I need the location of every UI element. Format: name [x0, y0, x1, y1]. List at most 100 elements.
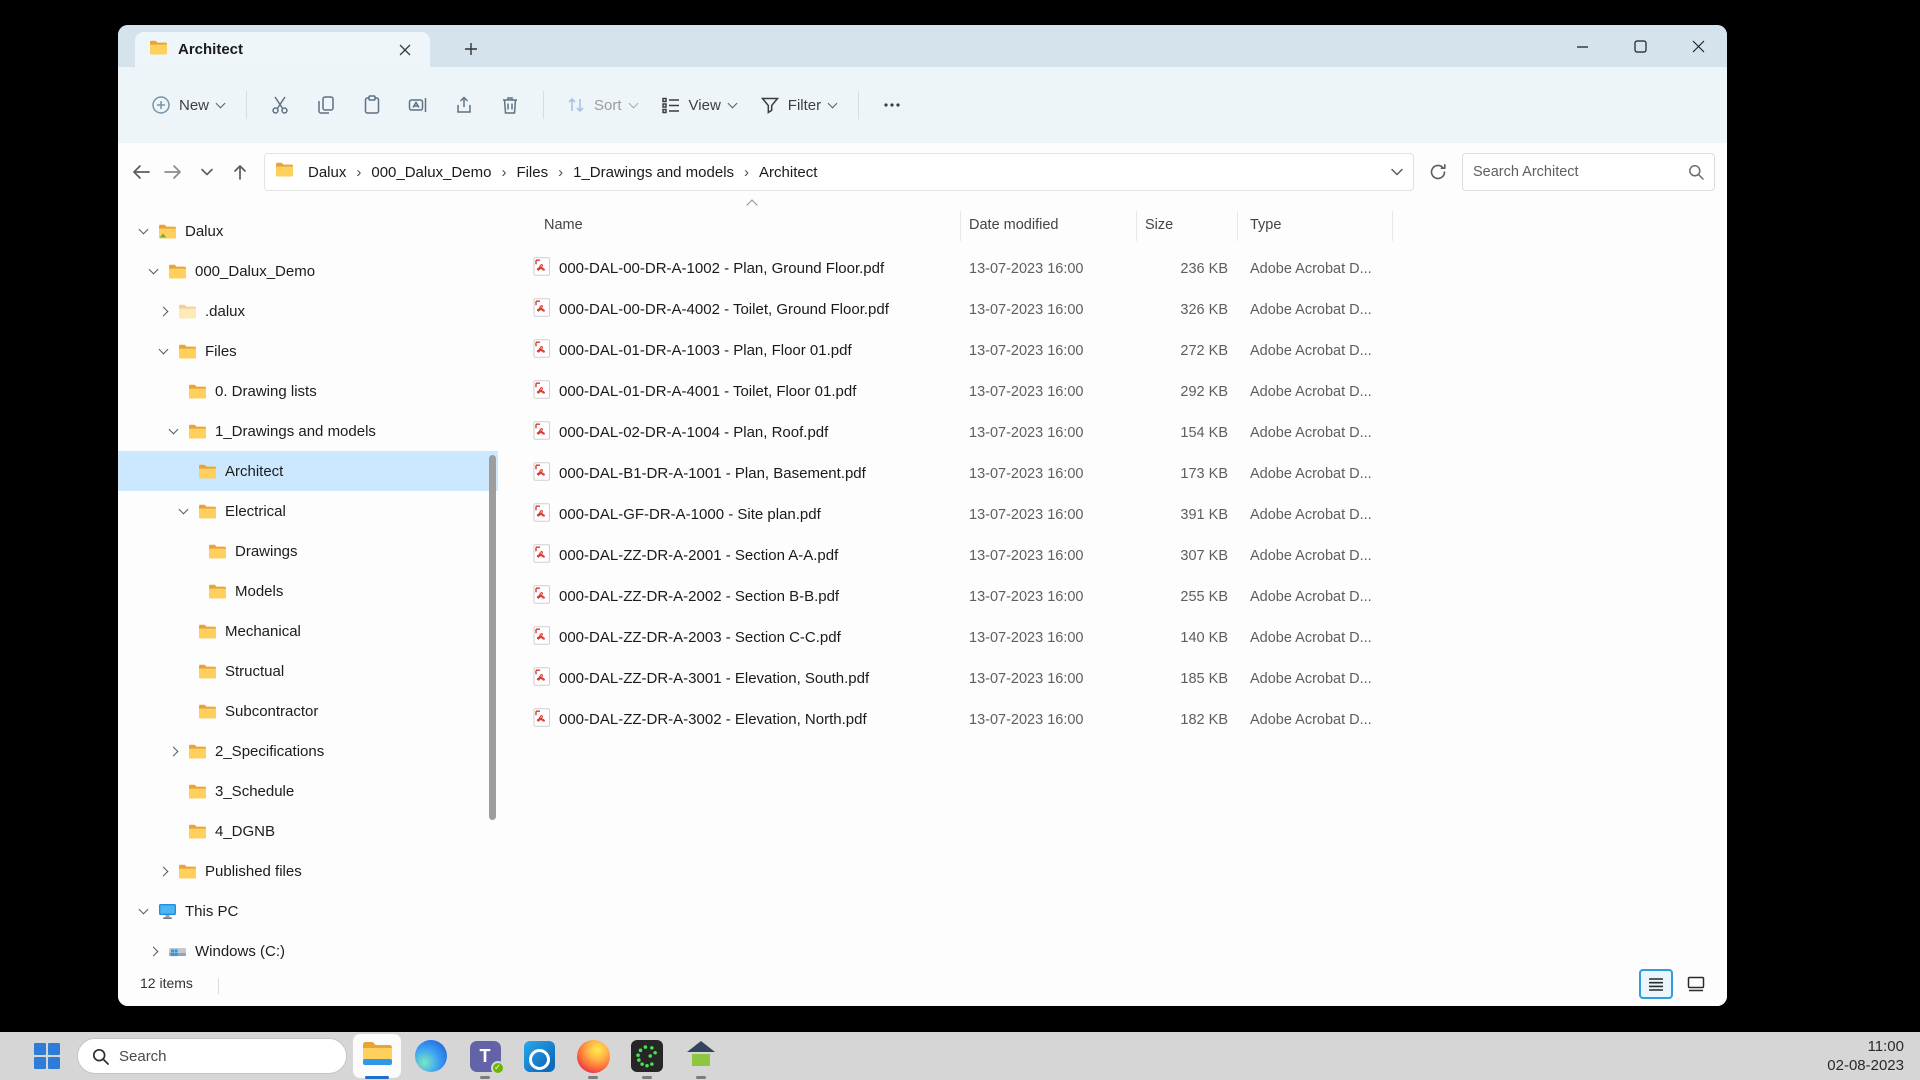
sort-button[interactable]: Sort [555, 84, 648, 126]
file-row[interactable]: 000-DAL-ZZ-DR-A-2003 - Section C-C.pdf 13… [533, 617, 1392, 658]
recent-locations-button[interactable] [190, 155, 223, 189]
column-header-name[interactable]: Name [533, 217, 960, 233]
sidebar-scrollbar[interactable] [489, 455, 496, 820]
taskbar-search[interactable]: Search [77, 1038, 347, 1074]
column-divider[interactable] [1136, 211, 1137, 241]
back-button[interactable] [124, 155, 157, 189]
breadcrumb-item[interactable]: 000_Dalux_Demo [365, 161, 497, 184]
new-tab-button[interactable] [456, 35, 486, 63]
taskbar-teams[interactable]: T ✓ [461, 1034, 509, 1079]
breadcrumb-item[interactable]: Files [510, 161, 554, 184]
close-button[interactable] [1669, 25, 1727, 67]
sidebar-item-drawings[interactable]: Drawings [118, 531, 498, 571]
more-options-button[interactable] [870, 84, 914, 126]
sidebar-item-files[interactable]: Files [118, 331, 498, 371]
breadcrumb-item[interactable]: 1_Drawings and models [567, 161, 740, 184]
sidebar-item-000-dalux-demo[interactable]: 000_Dalux_Demo [118, 251, 498, 291]
sidebar-item-models[interactable]: Models [118, 571, 498, 611]
sidebar-item-mechanical[interactable]: Mechanical [118, 611, 498, 651]
sidebar-item-structual[interactable]: Structual [118, 651, 498, 691]
file-row[interactable]: 000-DAL-ZZ-DR-A-2002 - Section B-B.pdf 13… [533, 576, 1392, 617]
sidebar-item-dalux[interactable]: .dalux [118, 291, 498, 331]
file-row[interactable]: 000-DAL-ZZ-DR-A-3001 - Elevation, South.… [533, 658, 1392, 699]
column-header-size[interactable]: Size [1136, 217, 1237, 233]
file-row[interactable]: 000-DAL-GF-DR-A-1000 - Site plan.pdf 13-0… [533, 494, 1392, 535]
chevron-right-icon[interactable] [148, 946, 158, 956]
maximize-button[interactable] [1611, 25, 1669, 67]
column-divider[interactable] [960, 211, 961, 241]
breadcrumb-item[interactable]: Architect [753, 161, 823, 184]
file-row[interactable]: 000-DAL-B1-DR-A-1001 - Plan, Basement.pd… [533, 453, 1392, 494]
taskbar-edge[interactable] [407, 1034, 455, 1078]
taskbar-file-explorer[interactable] [353, 1034, 401, 1079]
file-row[interactable]: 000-DAL-ZZ-DR-A-2001 - Section A-A.pdf 13… [533, 535, 1392, 576]
breadcrumb-separator-icon[interactable]: › [497, 164, 510, 181]
sidebar-item-this-pc[interactable]: This PC [118, 891, 498, 931]
explorer-tab-architect[interactable]: Architect [135, 32, 430, 67]
sidebar-item-4-dgnb[interactable]: 4_DGNB [118, 811, 498, 851]
sidebar-item-published-files[interactable]: Published files [118, 851, 498, 891]
share-button[interactable] [442, 84, 486, 126]
sidebar-item-2-specifications[interactable]: 2_Specifications [118, 731, 498, 771]
file-row[interactable]: 000-DAL-ZZ-DR-A-3002 - Elevation, North.… [533, 699, 1392, 740]
column-header-type[interactable]: Type [1237, 217, 1392, 233]
chevron-right-icon[interactable] [158, 306, 168, 316]
breadcrumb-separator-icon[interactable]: › [352, 164, 365, 181]
chevron-right-icon[interactable] [158, 866, 168, 876]
large-icons-view-button[interactable] [1679, 969, 1713, 999]
taskbar-home-app[interactable] [677, 1034, 725, 1079]
chevron-down-icon[interactable] [148, 264, 158, 275]
chevron-down-icon[interactable] [138, 224, 148, 235]
sidebar-item-1-drawings-and-models[interactable]: 1_Drawings and models [118, 411, 498, 451]
breadcrumb-item[interactable]: Dalux [302, 161, 352, 184]
file-row[interactable]: 000-DAL-00-DR-A-1002 - Plan, Ground Floo… [533, 248, 1392, 289]
forward-button[interactable] [157, 155, 190, 189]
chevron-right-icon[interactable] [168, 746, 178, 756]
view-label: View [688, 96, 721, 114]
search-input[interactable] [1473, 164, 1688, 180]
taskbar-clock[interactable]: 11:00 02-08-2023 [1827, 1037, 1904, 1075]
breadcrumb-separator-icon[interactable]: › [554, 164, 567, 181]
search-box[interactable] [1462, 153, 1715, 191]
details-view-button[interactable] [1639, 969, 1673, 999]
chevron-down-icon[interactable] [178, 504, 188, 515]
delete-button[interactable] [488, 84, 532, 126]
rename-button[interactable] [396, 84, 440, 126]
up-button[interactable] [223, 155, 256, 189]
minimize-button[interactable] [1553, 25, 1611, 67]
filter-button[interactable]: Filter [749, 84, 847, 126]
sidebar-item-3-schedule[interactable]: 3_Schedule [118, 771, 498, 811]
paste-button[interactable] [350, 84, 394, 126]
taskbar: Search T ✓ 11:00 02-08-2023 [0, 1032, 1920, 1080]
start-button[interactable] [27, 1036, 67, 1076]
column-divider[interactable] [1237, 211, 1238, 241]
sidebar-item-label: .dalux [205, 302, 246, 320]
chevron-down-icon[interactable] [138, 904, 148, 915]
refresh-button[interactable] [1420, 154, 1456, 190]
copy-button[interactable] [304, 84, 348, 126]
sidebar-item-0-drawing-lists[interactable]: 0. Drawing lists [118, 371, 498, 411]
breadcrumb[interactable]: Dalux › 000_Dalux_Demo › Files › 1_Drawings an… [264, 153, 1414, 191]
cut-button[interactable] [258, 84, 302, 126]
taskbar-outlook[interactable] [515, 1034, 563, 1078]
breadcrumb-separator-icon[interactable]: › [740, 164, 753, 181]
chevron-down-icon[interactable] [158, 344, 168, 355]
sidebar-item-subcontractor[interactable]: Subcontractor [118, 691, 498, 731]
column-header-date-modified[interactable]: Date modified [960, 217, 1136, 233]
taskbar-firefox[interactable] [569, 1034, 617, 1079]
chevron-down-icon[interactable] [168, 424, 178, 435]
file-row[interactable]: 000-DAL-02-DR-A-1004 - Plan, Roof.pdf 13-… [533, 412, 1392, 453]
address-dropdown-icon[interactable] [1391, 163, 1403, 181]
file-row[interactable]: 000-DAL-01-DR-A-4001 - Toilet, Floor 01.… [533, 371, 1392, 412]
taskbar-dalux-app[interactable] [623, 1034, 671, 1079]
sidebar-item-windows-c[interactable]: Windows (C:) [118, 931, 498, 966]
new-button[interactable]: New [140, 84, 235, 126]
file-row[interactable]: 000-DAL-01-DR-A-1003 - Plan, Floor 01.pd… [533, 330, 1392, 371]
file-row[interactable]: 000-DAL-00-DR-A-4002 - Toilet, Ground Fl… [533, 289, 1392, 330]
tab-close-icon[interactable] [392, 37, 418, 63]
sidebar-item-dalux[interactable]: Dalux [118, 211, 498, 251]
column-divider[interactable] [1392, 211, 1393, 241]
sidebar-item-electrical[interactable]: Electrical [118, 491, 498, 531]
view-button[interactable]: View [650, 84, 747, 126]
sidebar-item-architect[interactable]: Architect [118, 451, 498, 491]
